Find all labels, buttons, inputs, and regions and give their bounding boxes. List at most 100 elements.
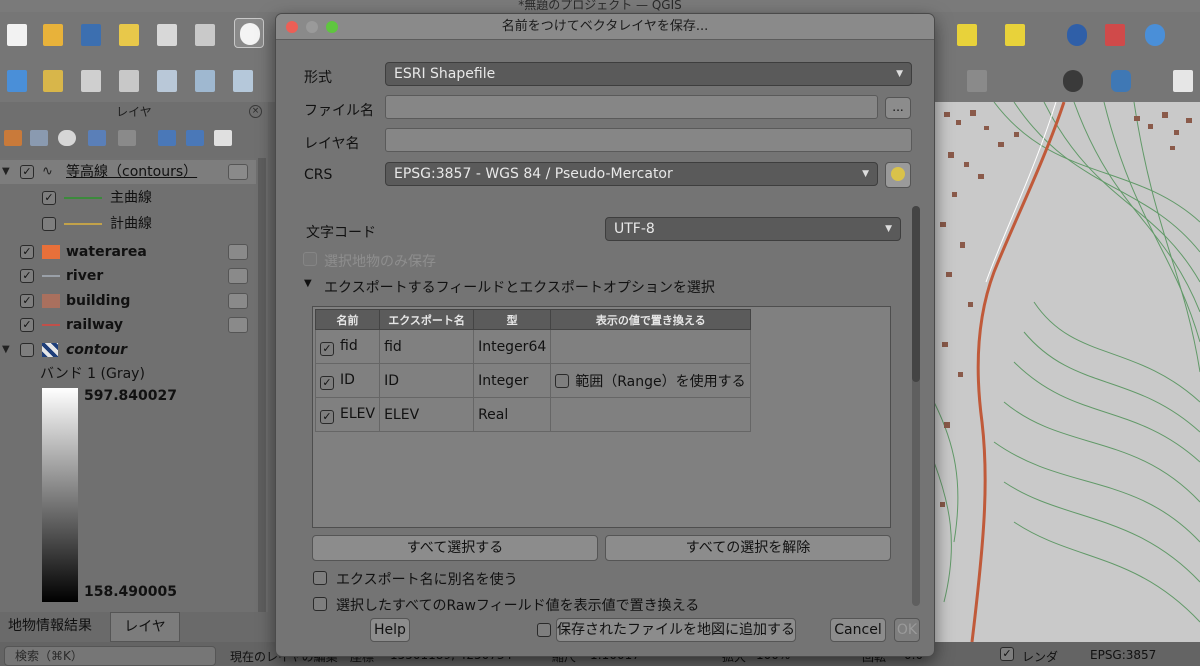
alias-checkbox[interactable] xyxy=(313,571,327,585)
remove-layer-icon[interactable] xyxy=(214,130,232,146)
crs-status-button[interactable]: EPSG:3857 xyxy=(1090,648,1156,662)
node-button[interactable] xyxy=(228,66,258,96)
layername-input[interactable] xyxy=(385,128,912,152)
scrollbar-thumb[interactable] xyxy=(912,206,920,382)
layer-indicator-icon[interactable] xyxy=(228,244,248,260)
minimize-window-icon[interactable] xyxy=(306,21,318,33)
field-name-cell[interactable]: ✓ ELEV xyxy=(314,397,381,432)
close-window-icon[interactable] xyxy=(286,21,298,33)
legend-checkbox[interactable] xyxy=(42,217,56,231)
layer-checkbox[interactable]: ✓ xyxy=(20,245,34,259)
section-expand-icon[interactable]: ▼ xyxy=(304,278,312,289)
legend-item-main-contour[interactable]: ✓ 主曲線 xyxy=(0,186,256,210)
field-name-cell[interactable]: ✓ fid xyxy=(314,329,381,364)
vertex-tool-button[interactable] xyxy=(76,66,106,96)
layer-checkbox[interactable]: ✓ xyxy=(20,269,34,283)
legend-checkbox[interactable]: ✓ xyxy=(42,191,56,205)
crs-select[interactable]: EPSG:3857 - WGS 84 / Pseudo-Mercator ▼ xyxy=(385,162,878,186)
dialog-scrollbar[interactable] xyxy=(912,206,920,606)
table-row[interactable]: ✓ fid fid Integer64 xyxy=(314,329,752,364)
column-header[interactable]: 名前 xyxy=(314,309,381,330)
replace-raw-checkbox[interactable] xyxy=(313,597,327,611)
help-button[interactable] xyxy=(1168,66,1198,96)
label-button[interactable] xyxy=(962,66,992,96)
add-to-map-checkbox[interactable] xyxy=(537,623,551,637)
python-button[interactable] xyxy=(1106,66,1136,96)
expand-all-icon[interactable] xyxy=(158,130,176,146)
table-row[interactable]: ✓ ID ID Integer 範囲（Range）を使用する xyxy=(314,363,752,398)
settings-button[interactable] xyxy=(1140,20,1170,50)
export-section-label[interactable]: エクスポートするフィールドとエクスポートオプションを選択 xyxy=(324,277,715,297)
binoculars-button[interactable] xyxy=(1058,66,1088,96)
layer-item-river[interactable]: ✓ river xyxy=(0,264,256,288)
deselect-button[interactable] xyxy=(1000,20,1030,50)
select-features-button[interactable] xyxy=(952,20,982,50)
column-header[interactable]: 表示の値で置き換える xyxy=(550,309,752,330)
eye-icon[interactable] xyxy=(58,130,76,146)
browse-button[interactable]: ... xyxy=(885,97,911,119)
collapse-all-icon[interactable] xyxy=(186,130,204,146)
attribute-table-button[interactable] xyxy=(1100,20,1130,50)
field-name-cell[interactable]: ✓ ID xyxy=(314,363,381,398)
layer-indicator-icon[interactable] xyxy=(228,317,248,333)
grid-button[interactable] xyxy=(190,66,220,96)
replace-cell[interactable]: 範囲（Range）を使用する xyxy=(550,363,752,398)
pencil-button[interactable] xyxy=(114,66,144,96)
layer-checkbox[interactable]: ✓ xyxy=(20,318,34,332)
export-name-cell[interactable]: ID xyxy=(379,363,475,398)
render-checkbox[interactable]: ✓ xyxy=(1000,647,1014,661)
column-header[interactable]: エクスポート名 xyxy=(379,309,475,330)
locator-search-input[interactable]: 検索（⌘K） xyxy=(4,646,216,666)
export-name-cell[interactable]: fid xyxy=(379,329,475,364)
filter-icon[interactable] xyxy=(88,130,106,146)
add-layer-button[interactable] xyxy=(2,66,32,96)
pan-map-button[interactable] xyxy=(234,18,264,48)
layer-checkbox[interactable] xyxy=(20,343,34,357)
layer-item-contours[interactable]: ▼ ✓ ∿ 等高線（contours） xyxy=(0,160,256,184)
layer-indicator-icon[interactable] xyxy=(228,293,248,309)
layer-indicator-icon[interactable] xyxy=(228,268,248,284)
layer-item-waterarea[interactable]: ✓ waterarea xyxy=(0,240,256,264)
layer-checkbox[interactable]: ✓ xyxy=(20,294,34,308)
expand-arrow-icon[interactable]: ▼ xyxy=(2,338,12,362)
export-name-cell[interactable]: ELEV xyxy=(379,397,475,432)
column-header[interactable]: 型 xyxy=(473,309,552,330)
field-checkbox[interactable]: ✓ xyxy=(320,341,334,356)
field-checkbox[interactable]: ✓ xyxy=(320,409,334,424)
style-manager-button[interactable] xyxy=(152,20,182,50)
table-row[interactable]: ✓ ELEV ELEV Real xyxy=(314,397,752,432)
ok-button[interactable]: OK xyxy=(894,618,920,642)
layer-checkbox[interactable]: ✓ xyxy=(20,165,34,179)
format-select[interactable]: ESRI Shapefile ▼ xyxy=(385,62,912,86)
new-project-button[interactable] xyxy=(2,20,32,50)
field-checkbox[interactable]: ✓ xyxy=(320,375,334,390)
layer-indicator-icon[interactable] xyxy=(228,164,248,180)
replace-checkbox[interactable] xyxy=(555,373,570,388)
print-layout-button[interactable] xyxy=(114,20,144,50)
layout-manager-button[interactable] xyxy=(190,20,220,50)
expand-arrow-icon[interactable]: ▼ xyxy=(2,160,12,184)
filter-legend-icon[interactable] xyxy=(118,130,136,146)
layers-scrollbar[interactable] xyxy=(258,158,266,612)
tab-identify-results[interactable]: 地物情報結果 xyxy=(0,612,100,642)
select-all-button[interactable]: すべて選択する xyxy=(312,535,598,561)
legend-item-index-contour[interactable]: 計曲線 xyxy=(0,212,256,236)
encoding-select[interactable]: UTF-8 ▼ xyxy=(605,217,901,241)
selected-only-checkbox[interactable] xyxy=(303,252,317,266)
help-button[interactable]: Help xyxy=(370,618,410,642)
map-canvas[interactable] xyxy=(934,102,1200,642)
close-panel-icon[interactable]: × xyxy=(249,105,262,118)
merge-button[interactable] xyxy=(152,66,182,96)
open-project-button[interactable] xyxy=(38,20,68,50)
layer-item-contour-raster[interactable]: ▼ contour xyxy=(0,338,256,362)
filename-input[interactable] xyxy=(385,95,878,119)
layer-item-building[interactable]: ✓ building xyxy=(0,289,256,313)
crs-selector-button[interactable] xyxy=(885,162,911,188)
digitize-button[interactable] xyxy=(38,66,68,96)
identify-button[interactable] xyxy=(1062,20,1092,50)
deselect-all-button[interactable]: すべての選択を解除 xyxy=(605,535,891,561)
save-project-button[interactable] xyxy=(76,20,106,50)
cancel-button[interactable]: Cancel xyxy=(830,618,886,642)
zoom-window-icon[interactable] xyxy=(326,21,338,33)
add-group-icon[interactable] xyxy=(30,130,48,146)
